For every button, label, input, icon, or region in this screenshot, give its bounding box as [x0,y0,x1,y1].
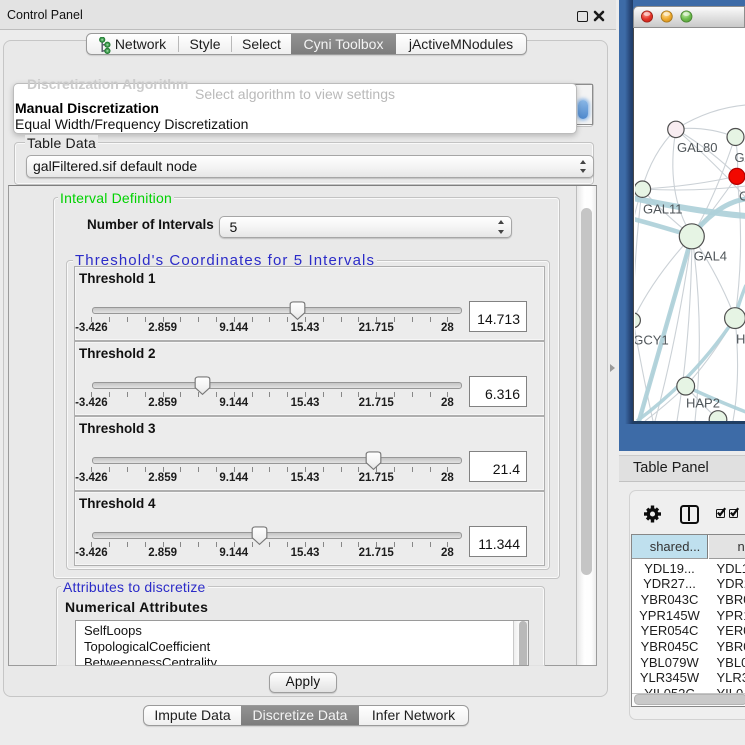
svg-text:GCY1: GCY1 [635,332,669,347]
svg-text:HAP2: HAP2 [686,395,720,410]
svg-text:GAL4: GAL4 [694,248,727,263]
svg-text:GAL11: GAL11 [643,201,683,216]
svg-text:HI: HI [736,331,745,346]
svg-text:GA: GA [735,150,745,165]
svg-text:GAL80: GAL80 [677,140,717,155]
svg-text:C: C [739,188,745,203]
